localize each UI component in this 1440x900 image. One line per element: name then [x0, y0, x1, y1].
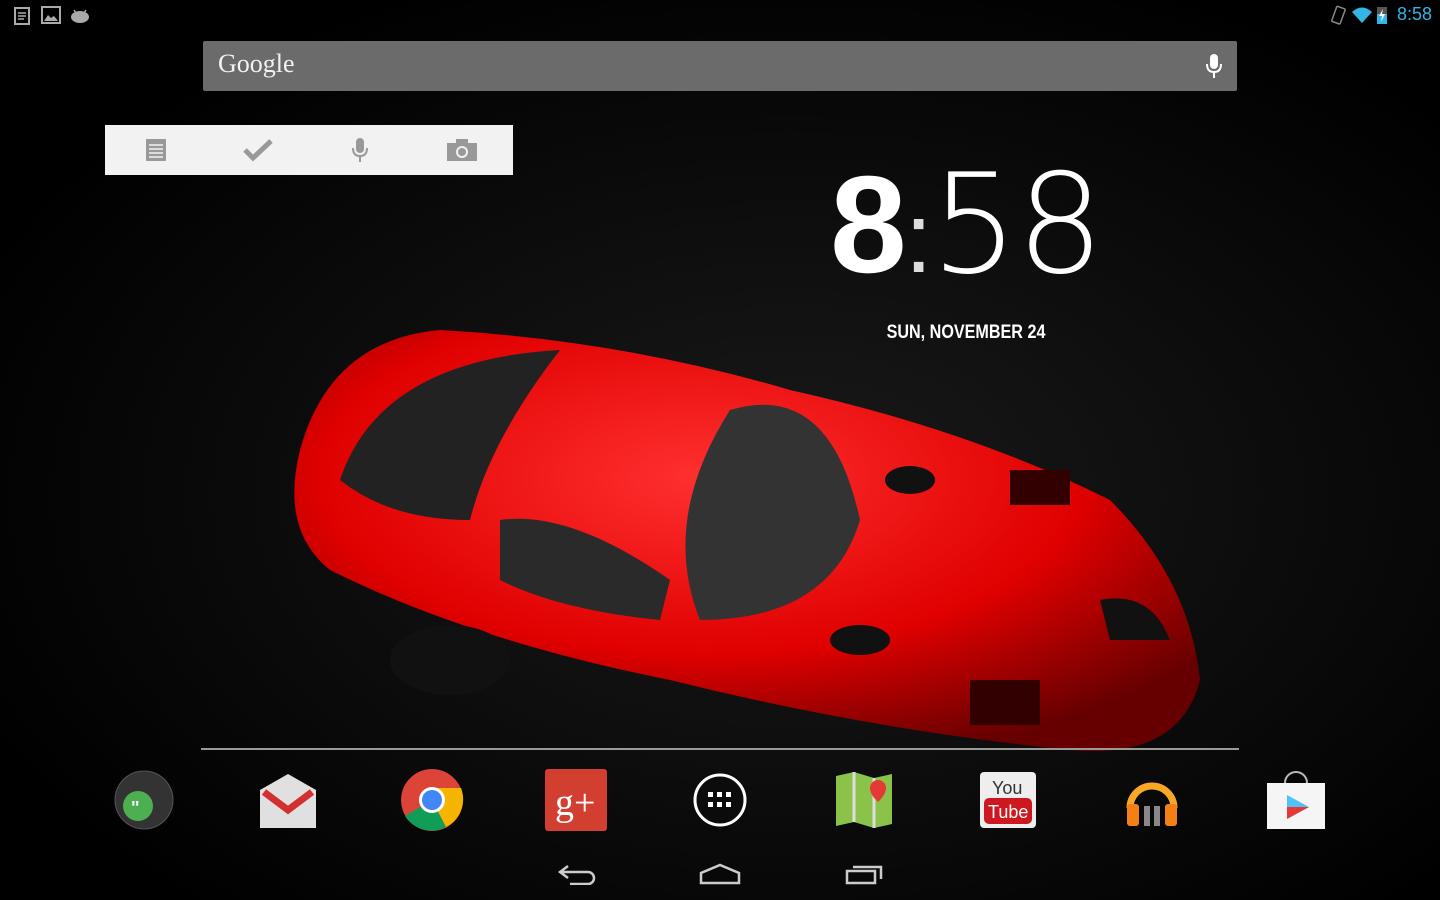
keep-widget	[105, 125, 513, 175]
photo-note-button[interactable]	[411, 125, 513, 175]
google-search-bar[interactable]: Google	[203, 41, 1237, 91]
app-youtube[interactable]: You Tube	[976, 768, 1040, 832]
clock-hour: 8	[830, 148, 907, 302]
play-store-icon	[1267, 771, 1325, 829]
chrome-icon	[401, 769, 464, 831]
wifi-icon	[1352, 7, 1372, 23]
mic-icon	[352, 138, 368, 162]
recents-button[interactable]	[840, 858, 890, 890]
clock-date: SUN, NOVEMBER 24	[886, 322, 1046, 343]
mic-icon[interactable]	[1205, 53, 1223, 79]
clock-widget[interactable]: 8:58	[830, 148, 1104, 313]
new-list-button[interactable]	[207, 125, 309, 175]
maps-icon	[836, 772, 892, 828]
app-play-store[interactable]	[1264, 768, 1328, 832]
status-bar: 8:58	[0, 0, 1440, 30]
voice-note-button[interactable]	[309, 125, 411, 175]
google-logo: Google	[218, 49, 295, 78]
navigation-bar	[0, 848, 1440, 900]
youtube-you-text: You	[992, 778, 1022, 798]
image-icon[interactable]	[41, 5, 61, 25]
recents-icon	[845, 865, 883, 885]
home-button[interactable]	[695, 858, 745, 890]
clipboard-icon[interactable]	[12, 5, 32, 25]
clock-separator: :	[904, 182, 933, 294]
camera-icon	[447, 139, 477, 161]
app-play-music[interactable]	[1120, 768, 1184, 832]
home-icon	[699, 863, 741, 885]
google-plus-icon: g+	[545, 769, 607, 831]
svg-text:g+: g+	[555, 782, 595, 824]
back-icon	[557, 865, 596, 885]
car-wallpaper-image	[294, 330, 1200, 752]
svg-text:": "	[131, 798, 140, 818]
app-gmail[interactable]	[256, 768, 320, 832]
note-icon	[146, 139, 166, 161]
new-note-button[interactable]	[105, 125, 207, 175]
youtube-icon: You Tube	[980, 772, 1036, 828]
clock-minutes: 58	[930, 144, 1105, 305]
hangouts-icon: "	[114, 770, 174, 830]
dock-divider	[201, 748, 1239, 750]
status-clock: 8:58	[1396, 4, 1432, 24]
vibrate-icon	[1331, 5, 1346, 25]
apps-grid-icon	[693, 773, 747, 827]
battery-charging-icon	[1377, 7, 1387, 24]
all-apps-button[interactable]	[688, 768, 752, 832]
gmail-icon	[260, 774, 316, 828]
app-chrome[interactable]	[400, 768, 464, 832]
checklist-icon	[243, 139, 273, 162]
android-icon[interactable]	[70, 5, 90, 25]
youtube-tube-text: Tube	[988, 802, 1028, 822]
app-hangouts[interactable]: "	[112, 768, 176, 832]
headphones-icon	[1126, 782, 1178, 826]
back-button[interactable]	[551, 858, 601, 890]
app-google-plus[interactable]: g+	[544, 768, 608, 832]
app-maps[interactable]	[832, 768, 896, 832]
dock: " g+ You Tube	[0, 768, 1440, 834]
